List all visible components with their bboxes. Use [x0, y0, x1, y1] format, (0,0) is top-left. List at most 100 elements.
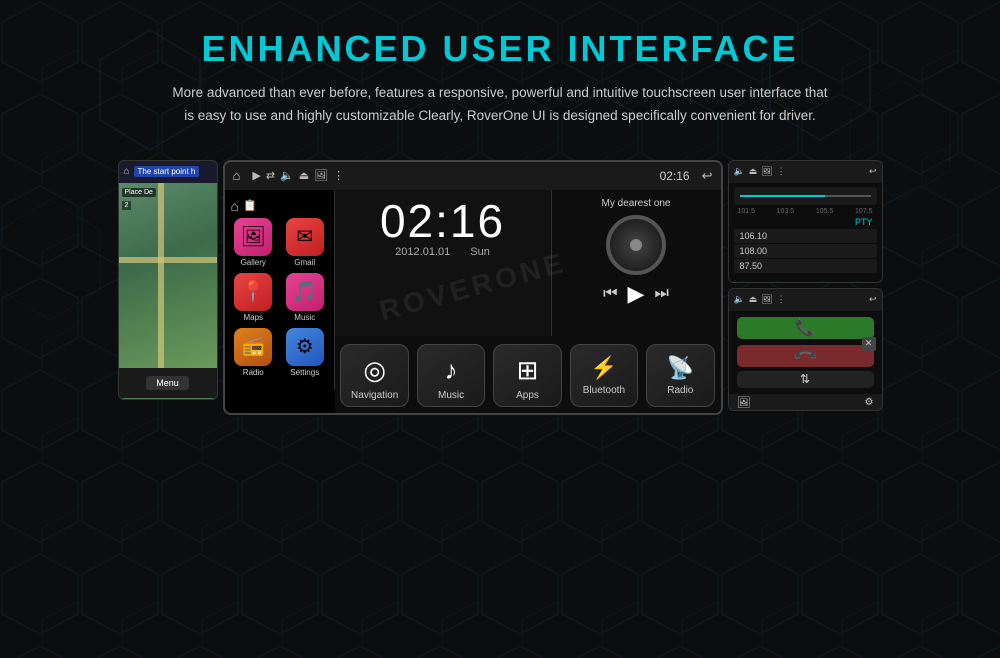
bluetooth-button[interactable]: ⚡ Bluetooth: [570, 344, 638, 407]
music-album-art: [606, 215, 666, 275]
phone-topbar-menu-icon: ⋮: [777, 294, 786, 305]
phone-bottom-bar: 🖼 ⚙: [729, 394, 882, 411]
topbar-eject-icon: ⏏: [299, 169, 309, 182]
radio-freq-2: 103.5: [777, 208, 795, 215]
map-topbar: ⌂ The start point h: [119, 161, 217, 183]
map-screen: ⌂ The start point h Place De 2 Menu: [118, 160, 218, 400]
radio-station-list: 106.10 108.00 87.50: [734, 229, 877, 273]
radio-slider-track: [740, 195, 871, 197]
app-item-radio[interactable]: 📻 Radio: [231, 328, 277, 377]
radio-nav-icon: 📡: [667, 355, 694, 381]
music-next-button[interactable]: ⏭: [654, 285, 668, 303]
maps-icon-box: 📍: [234, 273, 272, 311]
main-back-icon[interactable]: ↩: [702, 168, 713, 184]
radio-pty-label: PTY: [734, 217, 877, 227]
date-text: 2012.01.01: [395, 246, 450, 258]
phone-screen: 🔈 ⏏ 🖼 ⋮ ↩ ✕ 📞 📞 ⇅: [728, 288, 883, 411]
phone-topbar-back-icon[interactable]: ↩: [869, 294, 877, 305]
phone-decline-icon: 📞: [791, 342, 819, 370]
phone-decline-button[interactable]: 📞: [737, 345, 874, 367]
radio-body: 101.5 103.5 105.5 107.5 PTY 106.10 108.0…: [729, 183, 882, 283]
page-title: ENHANCED USER INTERFACE: [10, 28, 990, 70]
music-controls: ⏮ ▶ ⏭: [603, 281, 669, 307]
radio-topbar-eject-icon: ⏏: [749, 166, 758, 177]
apps-button[interactable]: ⊞ Apps: [493, 344, 561, 407]
gmail-icon: ✉: [296, 224, 313, 249]
gallery-icon-box: 🖼: [234, 218, 272, 256]
topbar-icons: ▶ ⇄ 🔈 ⏏ 🖼 ⋮: [252, 169, 344, 182]
phone-topbar-vol-icon: 🔈: [734, 294, 745, 305]
gallery-icon: 🖼: [241, 224, 266, 249]
gallery-label: Gallery: [241, 258, 266, 267]
right-screens: 🔈 ⏏ 🖼 ⋮ ↩ 101.5 103.5 105.5: [728, 160, 883, 411]
clock-display: 02:16: [380, 198, 505, 244]
radio-freq-4: 107.5: [855, 208, 873, 215]
app-grid-toprow: ⌂ 📋: [231, 198, 328, 214]
main-topbar-time: 02:16: [660, 169, 690, 183]
album-center-dot: [630, 239, 642, 251]
nav-button[interactable]: ◎ Navigation: [340, 344, 408, 407]
radio-station-1[interactable]: 106.10: [734, 229, 877, 243]
radio-freq-3: 105.5: [816, 208, 834, 215]
music-prev-button[interactable]: ⏮: [603, 285, 617, 303]
radio-slider-fill: [740, 195, 825, 197]
phone-bottom-gear[interactable]: ⚙: [865, 397, 874, 408]
radio-station-3[interactable]: 87.50: [734, 259, 877, 273]
apps-icon: ⊞: [517, 355, 539, 386]
radio-topbar-img-icon: 🖼: [761, 166, 772, 177]
app-grid-panel: ⌂ 📋 🖼 Gallery: [225, 190, 335, 390]
music-nav-label: Music: [438, 390, 464, 401]
radio-icon: 📻: [242, 336, 264, 357]
gmail-label: Gmail: [294, 258, 315, 267]
phone-topbar: 🔈 ⏏ 🖼 ⋮ ↩: [729, 289, 882, 311]
radio-label: Radio: [243, 368, 264, 377]
radio-nav-label: Radio: [667, 385, 693, 396]
app-item-maps[interactable]: 📍 Maps: [231, 273, 277, 322]
topbar-menu-icon: ⋮: [333, 169, 344, 182]
nav-icon: ◎: [363, 355, 386, 386]
app-item-gallery[interactable]: 🖼 Gallery: [231, 218, 277, 267]
main-topbar: ⌂ ▶ ⇄ 🔈 ⏏ 🖼 ⋮ 02:16 ↩: [225, 162, 721, 190]
phone-topbar-eject-icon: ⏏: [749, 294, 758, 305]
app-item-music[interactable]: 🎵 Music: [282, 273, 328, 322]
maps-icon: 📍: [241, 279, 266, 304]
app-item-gmail[interactable]: ✉ Gmail: [282, 218, 328, 267]
radio-freq-1: 101.5: [738, 208, 756, 215]
main-home-icon: ⌂: [233, 168, 241, 183]
map-body: Place De 2: [119, 183, 217, 368]
phone-close-button[interactable]: ✕: [862, 337, 876, 351]
app-grid-home-icon: ⌂: [231, 198, 239, 214]
radio-screen: 🔈 ⏏ 🖼 ⋮ ↩ 101.5 103.5 105.5: [728, 160, 883, 283]
settings-icon-box: ⚙: [286, 328, 324, 366]
header-description: More advanced than ever before, features…: [170, 82, 830, 128]
phone-swap-button[interactable]: ⇅: [737, 371, 874, 388]
radio-station-2[interactable]: 108.00: [734, 244, 877, 258]
radio-topbar-vol-icon: 🔈: [734, 166, 745, 177]
radio-button[interactable]: 📡 Radio: [646, 344, 714, 407]
music-play-button[interactable]: ▶: [628, 281, 645, 307]
phone-answer-button[interactable]: 📞: [737, 317, 874, 339]
music-icon: 🎵: [292, 279, 317, 304]
map-road-vertical: [158, 183, 164, 368]
music-label: Music: [294, 313, 315, 322]
maps-label: Maps: [243, 313, 263, 322]
map-menu-button[interactable]: Menu: [146, 376, 189, 390]
app-item-settings[interactable]: ⚙ Settings: [282, 328, 328, 377]
phone-topbar-img-icon: 🖼: [761, 294, 772, 305]
app-grid: 🖼 Gallery ✉ Gmail: [231, 218, 328, 377]
map-bottom-bar: Menu: [119, 368, 217, 398]
radio-tick-labels: 101.5 103.5 105.5 107.5: [734, 208, 877, 215]
phone-swap-icon: ⇅: [800, 372, 810, 386]
radio-icon-box: 📻: [234, 328, 272, 366]
radio-topbar: 🔈 ⏏ 🖼 ⋮ ↩: [729, 161, 882, 183]
bluetooth-icon: ⚡: [590, 355, 617, 381]
music-icon-box: 🎵: [286, 273, 324, 311]
music-song-title: My dearest one: [602, 198, 671, 209]
radio-topbar-back-icon[interactable]: ↩: [869, 166, 877, 177]
gmail-icon-box: ✉: [286, 218, 324, 256]
date-display: 2012.01.01 Sun: [395, 246, 490, 258]
main-icon-row: ◎ Navigation ♪ Music ⊞ Apps ⚡ Bluetooth: [335, 336, 721, 413]
map-place-label: Place De: [122, 188, 156, 197]
music-nav-button[interactable]: ♪ Music: [417, 344, 485, 407]
phone-bottom-icon: 🖼: [737, 396, 751, 409]
